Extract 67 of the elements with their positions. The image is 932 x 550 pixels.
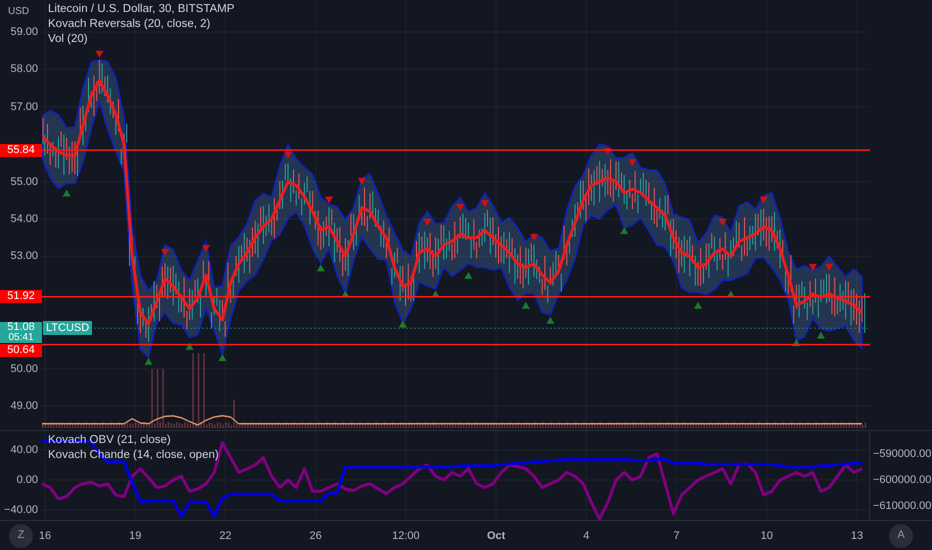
level-price-label: 50.64 [0, 344, 42, 357]
last-price-label: 51.08 [7, 322, 35, 334]
axis-label: 40.00 [10, 442, 38, 457]
axis-label: −40.00 [4, 503, 38, 518]
time-label: 19 [129, 529, 142, 543]
currency-label: USD [8, 5, 30, 19]
buy-marker-icon [341, 290, 350, 298]
sell-marker-icon [284, 152, 292, 159]
auto-scale-button[interactable]: A [889, 524, 913, 548]
axis-label: 54.00 [10, 212, 38, 226]
axis-label: 58.00 [10, 62, 38, 76]
sell-marker-icon [718, 219, 727, 226]
buy-marker-icon [817, 332, 825, 339]
buy-marker-icon [432, 290, 440, 298]
buy-marker-icon [464, 272, 472, 279]
time-label: 16 [38, 529, 52, 543]
time-label: 7 [673, 529, 680, 543]
buy-marker-icon [186, 342, 194, 350]
sell-marker-icon [325, 196, 333, 204]
zoom-button[interactable]: Z [9, 524, 33, 548]
countdown-label: 05:41 [8, 333, 34, 344]
axis-label: −610000.00 [873, 499, 932, 513]
sell-marker-icon [480, 200, 489, 208]
sell-marker-icon [358, 178, 366, 185]
sell-marker-icon [760, 196, 768, 204]
buy-marker-icon [316, 264, 325, 272]
axis-label: 59.00 [10, 25, 38, 39]
buy-marker-icon [218, 354, 226, 362]
level-price-label: 51.92 [0, 290, 42, 304]
axis-label: 55.00 [10, 174, 38, 189]
symbol-label: LTCUSD [43, 321, 92, 336]
sell-marker-icon [530, 234, 538, 241]
axis-label: 53.00 [10, 249, 38, 264]
sell-marker-icon [423, 219, 432, 226]
sell-marker-icon [456, 204, 464, 212]
axis-label: 49.00 [10, 399, 38, 413]
time-label: 4 [583, 529, 590, 543]
buy-marker-icon [62, 190, 71, 197]
axis-label: −600000.00 [873, 473, 932, 487]
legend-text: Kovach OBV (21, close) [48, 433, 171, 448]
time-label: 12:00 [392, 529, 420, 543]
buy-marker-icon [694, 302, 702, 309]
axis-label: 0.00 [16, 473, 38, 487]
buy-marker-icon [726, 290, 735, 298]
axis-label: −590000.00 [873, 447, 932, 461]
sell-marker-icon [161, 248, 169, 256]
buy-marker-icon [546, 316, 554, 324]
legend-text: Kovach Reversals (20, close, 2) [48, 17, 210, 32]
time-label: 22 [219, 529, 232, 543]
legend-text: Litecoin / U.S. Dollar, 30, BITSTAMP [48, 2, 234, 17]
sell-marker-icon [202, 245, 210, 252]
level-price-label: 55.84 [0, 144, 42, 157]
time-label: 10 [760, 529, 773, 543]
buy-marker-icon [620, 226, 628, 234]
buy-marker-icon [792, 339, 800, 346]
sell-marker-icon [808, 264, 817, 271]
axis-label: 57.00 [10, 100, 38, 114]
sell-marker-icon [628, 159, 636, 166]
time-label: Oct [486, 529, 506, 543]
sell-marker-icon [825, 264, 834, 271]
legend-text: Vol (20) [48, 32, 88, 47]
time-label: 13 [850, 529, 864, 543]
buy-marker-icon [522, 302, 530, 309]
sell-marker-icon [604, 148, 612, 155]
buy-marker-icon [398, 320, 407, 328]
time-label: 26 [310, 529, 322, 543]
axis-label: 50.00 [10, 362, 38, 376]
